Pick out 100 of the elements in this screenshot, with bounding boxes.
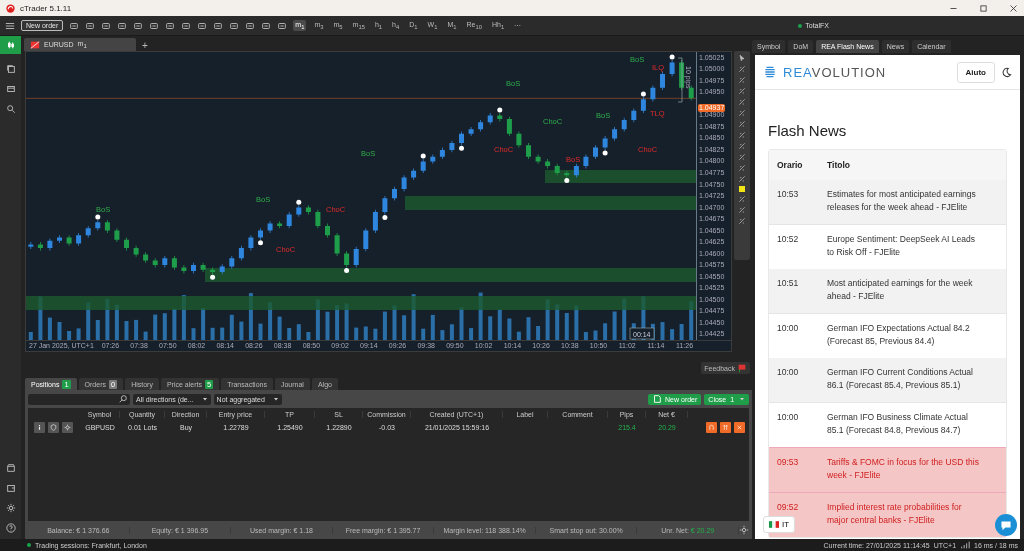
candle bbox=[47, 238, 53, 251]
close-position-button[interactable] bbox=[734, 421, 745, 433]
swing-dot bbox=[95, 214, 101, 220]
column-header: Titolo bbox=[826, 158, 851, 172]
flag-icon bbox=[769, 521, 779, 528]
close-icon bbox=[736, 423, 743, 431]
news-time: 10:00 bbox=[776, 322, 800, 335]
news-time: 10:52 bbox=[776, 233, 800, 246]
swing-dot bbox=[420, 153, 426, 159]
candle bbox=[296, 205, 302, 217]
candle bbox=[28, 242, 34, 249]
help-icon[interactable] bbox=[5, 523, 16, 533]
candle bbox=[478, 120, 484, 132]
candle bbox=[191, 262, 196, 274]
double-arrow-icon bbox=[722, 423, 729, 431]
candle bbox=[583, 154, 589, 169]
candle bbox=[401, 175, 407, 192]
copy-icon[interactable] bbox=[5, 64, 16, 74]
news-title[interactable]: German IFO Business Climate Actual 85.1 (Forecast 84.8, Previous 84.7) bbox=[819, 403, 1006, 437]
candle bbox=[535, 154, 541, 164]
candle bbox=[392, 186, 397, 201]
chat-icon[interactable] bbox=[1000, 519, 1012, 531]
news-time: 10:51 bbox=[776, 277, 800, 290]
candle bbox=[516, 131, 522, 148]
maximize-icon[interactable] bbox=[979, 3, 988, 13]
candle bbox=[526, 143, 531, 160]
arch-button[interactable] bbox=[706, 421, 717, 433]
candle bbox=[219, 264, 225, 275]
candle bbox=[621, 117, 627, 132]
candle bbox=[353, 246, 359, 268]
flag-icon bbox=[737, 363, 747, 373]
chat-button[interactable] bbox=[995, 514, 1017, 536]
settings-icon[interactable] bbox=[5, 503, 16, 513]
candle bbox=[679, 60, 685, 90]
double-arrow-button[interactable] bbox=[720, 421, 731, 433]
candle bbox=[640, 96, 646, 114]
candle bbox=[439, 147, 445, 160]
candle bbox=[152, 258, 158, 268]
add-tab-button[interactable]: + bbox=[142, 40, 148, 51]
flag-icon bbox=[30, 39, 40, 50]
news-title[interactable]: Implied interest rate probabilities for major central banks - FJElite bbox=[819, 493, 1006, 527]
candle bbox=[497, 113, 503, 122]
candle bbox=[229, 255, 235, 269]
candle bbox=[76, 232, 82, 246]
close-icon[interactable] bbox=[1009, 3, 1018, 13]
document-icon[interactable] bbox=[652, 394, 663, 404]
settings-button[interactable] bbox=[62, 421, 73, 433]
candle bbox=[248, 235, 254, 251]
shield-icon bbox=[50, 423, 57, 431]
news-title[interactable]: Estimates for most anticipated earnings releases for the week ahead - FJElite bbox=[819, 180, 1006, 214]
swing-dot bbox=[382, 214, 388, 220]
candle bbox=[305, 205, 311, 215]
menu-icon[interactable] bbox=[5, 20, 15, 31]
swing-dot bbox=[459, 145, 464, 151]
help-button[interactable]: Aiuto bbox=[956, 61, 995, 83]
candle bbox=[363, 228, 369, 252]
language-button[interactable]: IT bbox=[763, 516, 796, 533]
info-icon bbox=[36, 423, 43, 431]
candle bbox=[334, 232, 340, 256]
news-title[interactable]: Most anticipated earnings for the week ahead - FJElite bbox=[819, 269, 1006, 303]
color-swatch[interactable] bbox=[739, 186, 745, 192]
settings-icon[interactable] bbox=[739, 525, 750, 535]
swing-dot bbox=[210, 274, 216, 280]
search-field[interactable] bbox=[28, 393, 130, 405]
candle bbox=[143, 252, 149, 263]
store-icon[interactable] bbox=[5, 463, 16, 473]
cursor-icon[interactable] bbox=[738, 54, 746, 62]
candle bbox=[277, 221, 283, 229]
shield-button[interactable] bbox=[48, 421, 59, 433]
candle bbox=[325, 223, 330, 238]
moon-icon[interactable] bbox=[1001, 66, 1012, 78]
news-title[interactable]: German IFO Expectations Actual 84.2 (Forecast 85, Previous 84.4) bbox=[819, 314, 1006, 348]
candle bbox=[315, 209, 321, 229]
app-logo-icon bbox=[6, 3, 15, 13]
swing-dot bbox=[258, 240, 263, 246]
search-icon[interactable] bbox=[118, 394, 128, 404]
signal-icon[interactable] bbox=[960, 540, 971, 550]
candle bbox=[631, 108, 637, 123]
session-dot-icon bbox=[27, 543, 31, 547]
candle bbox=[650, 85, 656, 102]
caret-icon bbox=[272, 396, 279, 402]
news-title[interactable]: Europe Sentiment: DeepSeek AI Leads to Risk Off - FJElite bbox=[819, 225, 1006, 259]
news-title[interactable]: German IFO Current Conditions Actual 86.1 (Forecast 85.4, Previous 85.1) bbox=[819, 358, 1006, 392]
column-header: Orario bbox=[776, 158, 804, 172]
info-button[interactable] bbox=[34, 421, 45, 433]
connection-dot-icon bbox=[798, 23, 803, 28]
candle bbox=[95, 220, 101, 231]
swing-dot bbox=[564, 178, 570, 184]
search-icon[interactable] bbox=[5, 104, 16, 114]
candle bbox=[85, 226, 91, 238]
news-time: 09:52 bbox=[776, 501, 800, 514]
candle bbox=[411, 168, 417, 180]
news-title[interactable]: Tariffs & FOMC in focus for the USD this week - FJElite bbox=[819, 448, 1006, 482]
news-time: 10:00 bbox=[776, 366, 800, 379]
candle bbox=[564, 170, 570, 178]
chart-mode-button[interactable] bbox=[0, 36, 21, 54]
candlestick-icon[interactable] bbox=[5, 40, 16, 50]
wallet-icon[interactable] bbox=[5, 483, 16, 493]
candle bbox=[449, 140, 455, 153]
candle bbox=[468, 126, 474, 137]
